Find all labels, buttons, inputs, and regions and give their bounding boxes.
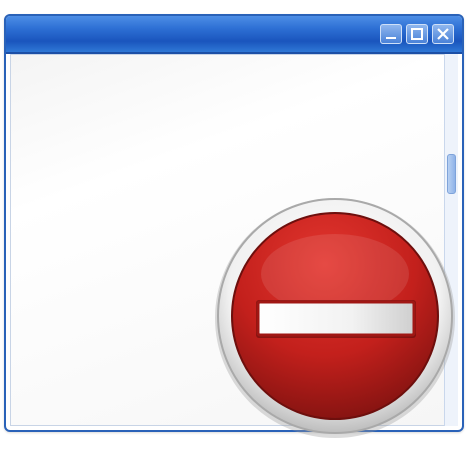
window-controls bbox=[380, 24, 454, 44]
scrollbar-thumb[interactable] bbox=[447, 154, 456, 194]
maximize-button[interactable] bbox=[406, 24, 428, 44]
minimize-button[interactable] bbox=[380, 24, 402, 44]
maximize-icon bbox=[411, 28, 423, 40]
window-titlebar[interactable] bbox=[6, 16, 462, 54]
minus-bar bbox=[256, 300, 416, 337]
icon-canvas bbox=[0, 0, 468, 468]
remove-icon bbox=[215, 198, 455, 438]
minimize-icon bbox=[386, 37, 396, 39]
close-button[interactable] bbox=[432, 24, 454, 44]
close-icon bbox=[437, 28, 449, 40]
